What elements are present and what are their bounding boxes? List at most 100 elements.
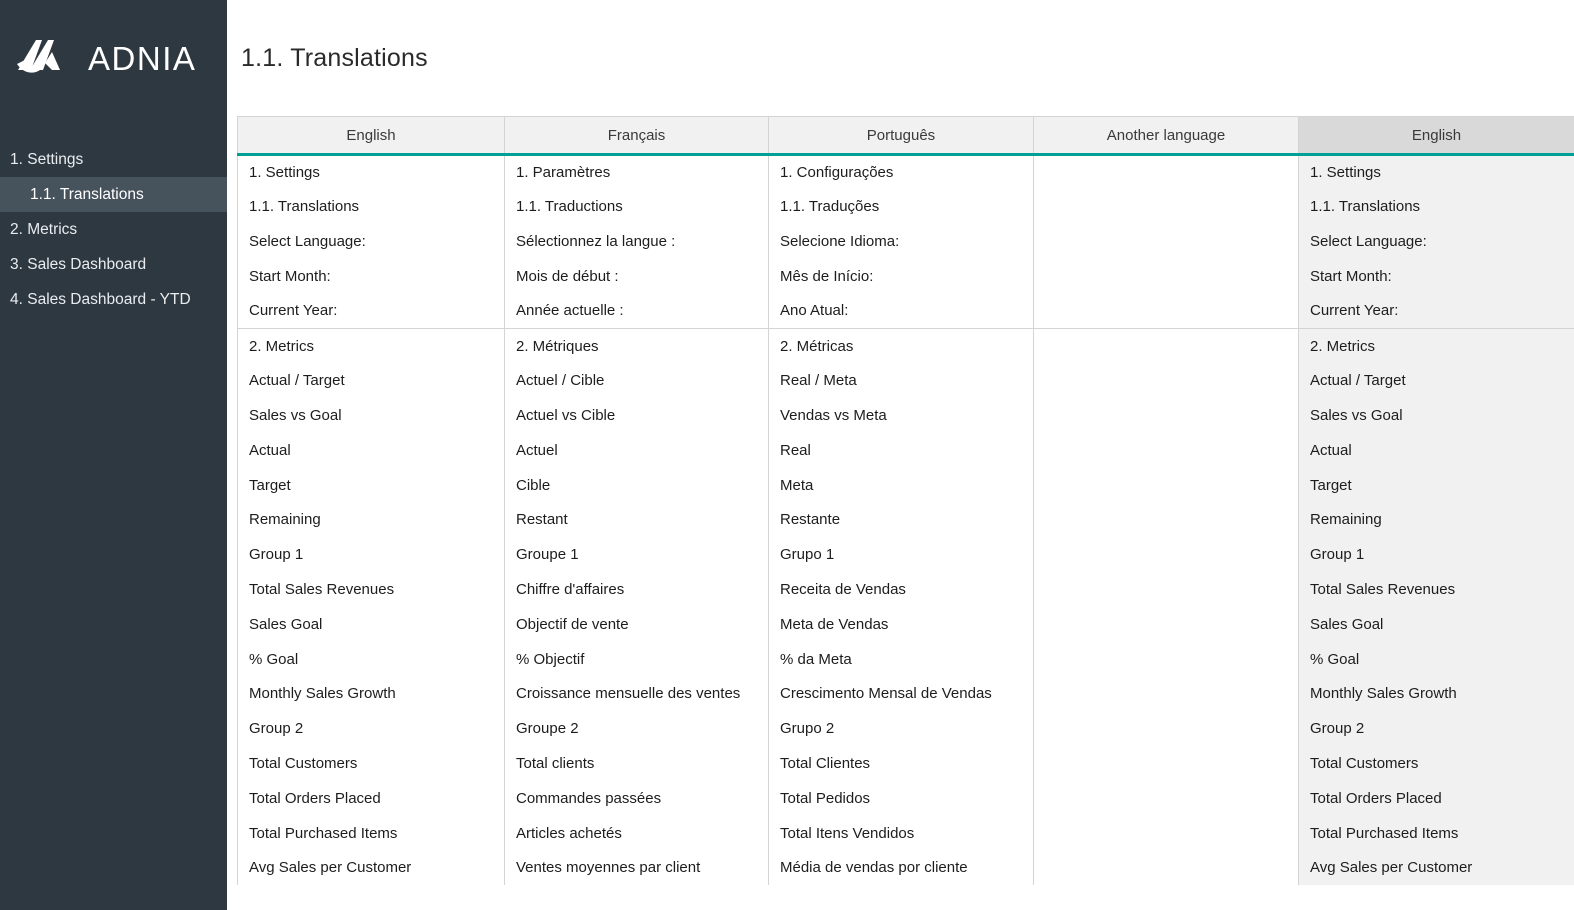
cell-portugues[interactable]: Real — [769, 433, 1034, 468]
cell-another-language[interactable] — [1034, 781, 1299, 816]
cell-francais[interactable]: Actuel vs Cible — [505, 398, 769, 433]
cell-english-reference[interactable]: Total Sales Revenues — [1299, 572, 1574, 607]
cell-english[interactable]: 2. Metrics — [238, 328, 505, 363]
cell-english-reference[interactable]: Group 2 — [1299, 711, 1574, 746]
column-header-portugues[interactable]: Português — [769, 117, 1034, 155]
cell-francais[interactable]: Groupe 2 — [505, 711, 769, 746]
cell-francais[interactable]: Mois de début : — [505, 259, 769, 294]
cell-another-language[interactable] — [1034, 816, 1299, 851]
cell-portugues[interactable]: % da Meta — [769, 642, 1034, 677]
cell-english-reference[interactable]: Remaining — [1299, 502, 1574, 537]
cell-francais[interactable]: Commandes passées — [505, 781, 769, 816]
cell-english[interactable]: Select Language: — [238, 224, 505, 259]
cell-francais[interactable]: Actuel — [505, 433, 769, 468]
cell-another-language[interactable] — [1034, 398, 1299, 433]
cell-portugues[interactable]: Receita de Vendas — [769, 572, 1034, 607]
cell-english-reference[interactable]: Group 1 — [1299, 537, 1574, 572]
cell-english-reference[interactable]: Sales Goal — [1299, 607, 1574, 642]
cell-francais[interactable]: Articles achetés — [505, 816, 769, 851]
cell-another-language[interactable] — [1034, 676, 1299, 711]
cell-portugues[interactable]: Mês de Início: — [769, 259, 1034, 294]
cell-another-language[interactable] — [1034, 328, 1299, 363]
cell-francais[interactable]: Sélectionnez la langue : — [505, 224, 769, 259]
cell-english-reference[interactable]: Current Year: — [1299, 294, 1574, 329]
cell-english[interactable]: Group 1 — [238, 537, 505, 572]
cell-another-language[interactable] — [1034, 259, 1299, 294]
cell-francais[interactable]: Restant — [505, 502, 769, 537]
cell-francais[interactable]: Total clients — [505, 746, 769, 781]
cell-francais[interactable]: 2. Métriques — [505, 328, 769, 363]
cell-francais[interactable]: Cible — [505, 468, 769, 503]
cell-english-reference[interactable]: Target — [1299, 468, 1574, 503]
cell-english-reference[interactable]: % Goal — [1299, 642, 1574, 677]
cell-english-reference[interactable]: Total Customers — [1299, 746, 1574, 781]
cell-another-language[interactable] — [1034, 711, 1299, 746]
cell-english-reference[interactable]: 1.1. Translations — [1299, 189, 1574, 224]
cell-english[interactable]: Start Month: — [238, 259, 505, 294]
cell-francais[interactable]: Ventes moyennes par client — [505, 850, 769, 885]
cell-portugues[interactable]: 1. Configurações — [769, 155, 1034, 190]
cell-english[interactable]: Sales vs Goal — [238, 398, 505, 433]
cell-another-language[interactable] — [1034, 746, 1299, 781]
cell-portugues[interactable]: 1.1. Traduções — [769, 189, 1034, 224]
cell-another-language[interactable] — [1034, 363, 1299, 398]
cell-portugues[interactable]: 2. Métricas — [769, 328, 1034, 363]
cell-english[interactable]: Target — [238, 468, 505, 503]
cell-another-language[interactable] — [1034, 294, 1299, 329]
cell-english-reference[interactable]: 2. Metrics — [1299, 328, 1574, 363]
cell-portugues[interactable]: Grupo 2 — [769, 711, 1034, 746]
cell-another-language[interactable] — [1034, 537, 1299, 572]
cell-francais[interactable]: 1.1. Traductions — [505, 189, 769, 224]
cell-english[interactable]: Current Year: — [238, 294, 505, 329]
sidebar-item-translations[interactable]: 1.1. Translations — [0, 177, 227, 212]
cell-another-language[interactable] — [1034, 155, 1299, 190]
cell-portugues[interactable]: Selecione Idioma: — [769, 224, 1034, 259]
cell-portugues[interactable]: Total Itens Vendidos — [769, 816, 1034, 851]
cell-portugues[interactable]: Meta — [769, 468, 1034, 503]
cell-english-reference[interactable]: Total Orders Placed — [1299, 781, 1574, 816]
cell-portugues[interactable]: Crescimento Mensal de Vendas — [769, 676, 1034, 711]
cell-portugues[interactable]: Meta de Vendas — [769, 607, 1034, 642]
cell-english[interactable]: Total Customers — [238, 746, 505, 781]
cell-english-reference[interactable]: Monthly Sales Growth — [1299, 676, 1574, 711]
cell-portugues[interactable]: Grupo 1 — [769, 537, 1034, 572]
cell-english-reference[interactable]: Sales vs Goal — [1299, 398, 1574, 433]
column-header-francais[interactable]: Français — [505, 117, 769, 155]
cell-english-reference[interactable]: Actual — [1299, 433, 1574, 468]
cell-english-reference[interactable]: 1. Settings — [1299, 155, 1574, 190]
cell-english-reference[interactable]: Start Month: — [1299, 259, 1574, 294]
cell-francais[interactable]: 1. Paramètres — [505, 155, 769, 190]
cell-english[interactable]: Actual / Target — [238, 363, 505, 398]
cell-english[interactable]: 1. Settings — [238, 155, 505, 190]
cell-portugues[interactable]: Real / Meta — [769, 363, 1034, 398]
column-header-another-language[interactable]: Another language — [1034, 117, 1299, 155]
cell-english[interactable]: Actual — [238, 433, 505, 468]
cell-english[interactable]: Total Orders Placed — [238, 781, 505, 816]
cell-francais[interactable]: Chiffre d'affaires — [505, 572, 769, 607]
cell-english[interactable]: Remaining — [238, 502, 505, 537]
cell-portugues[interactable]: Total Pedidos — [769, 781, 1034, 816]
cell-francais[interactable]: Croissance mensuelle des ventes — [505, 676, 769, 711]
cell-another-language[interactable] — [1034, 642, 1299, 677]
cell-portugues[interactable]: Vendas vs Meta — [769, 398, 1034, 433]
cell-english-reference[interactable]: Select Language: — [1299, 224, 1574, 259]
cell-english[interactable]: Group 2 — [238, 711, 505, 746]
cell-francais[interactable]: % Objectif — [505, 642, 769, 677]
cell-another-language[interactable] — [1034, 572, 1299, 607]
cell-another-language[interactable] — [1034, 468, 1299, 503]
cell-english[interactable]: Avg Sales per Customer — [238, 850, 505, 885]
cell-english[interactable]: Total Sales Revenues — [238, 572, 505, 607]
sidebar-item-sales-dashboard-ytd[interactable]: 4. Sales Dashboard - YTD — [0, 282, 227, 317]
column-header-english[interactable]: English — [238, 117, 505, 155]
cell-francais[interactable]: Objectif de vente — [505, 607, 769, 642]
cell-another-language[interactable] — [1034, 502, 1299, 537]
sidebar-item-settings[interactable]: 1. Settings — [0, 142, 227, 177]
cell-english-reference[interactable]: Avg Sales per Customer — [1299, 850, 1574, 885]
cell-portugues[interactable]: Ano Atual: — [769, 294, 1034, 329]
cell-english[interactable]: Total Purchased Items — [238, 816, 505, 851]
cell-portugues[interactable]: Restante — [769, 502, 1034, 537]
cell-english[interactable]: % Goal — [238, 642, 505, 677]
cell-francais[interactable]: Année actuelle : — [505, 294, 769, 329]
cell-francais[interactable]: Groupe 1 — [505, 537, 769, 572]
column-header-english-reference[interactable]: English — [1299, 117, 1574, 155]
